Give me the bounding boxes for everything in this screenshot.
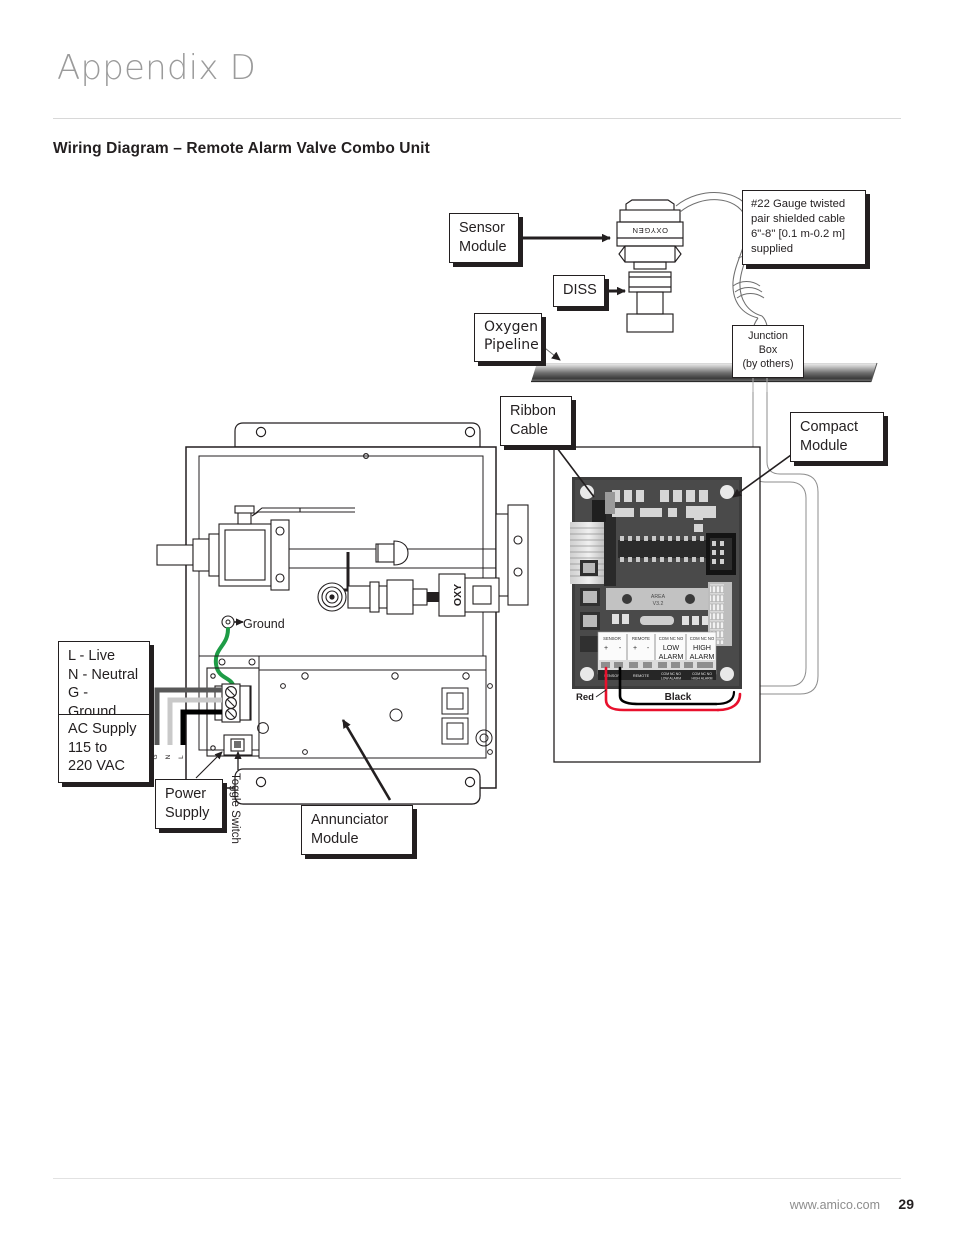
power-supply-leader [195, 751, 223, 779]
black-wire-label: Black [665, 692, 692, 703]
ribbon-header [706, 533, 736, 575]
header-divider [53, 118, 901, 119]
silk-sensor: SENSOR [604, 674, 620, 678]
compact-module-pcb: AREA V3.2 SENSOR REMOTE COM NC NO COM NC… [570, 477, 742, 689]
silk-high: COM NC NO [692, 672, 712, 676]
callout-annunciator-module: Annunciator Module [301, 805, 413, 856]
callout-ac-supply: AC Supply 115 to 220 VAC [58, 714, 150, 783]
pcb-chip-label-1: AREA [651, 594, 666, 600]
ground-wire [213, 615, 244, 692]
callout-junction-box: Junction Box (by others) [732, 325, 804, 378]
terminal-group-low-pins: COM NC NO [659, 636, 684, 641]
power-terminal-block [206, 667, 260, 757]
supply-pin-N: N [165, 754, 172, 759]
silk-high-2: HIGH ALARM [692, 677, 713, 681]
low-alarm-line1: LOW [663, 643, 680, 652]
footer-page-number: 29 [898, 1196, 914, 1212]
footer-website[interactable]: www.amico.com [790, 1198, 880, 1212]
sensor-body-text: OXYGEN [632, 226, 668, 235]
oxygen-pipeline-graphic [531, 362, 878, 383]
label-toggle-switch: Toggle Switch [229, 773, 241, 844]
wiring-diagram: OXYGEN OXY G N L AREA V3.2 SENSOR REMOTE… [0, 0, 954, 1235]
silk-low: COM NC NO [661, 672, 681, 676]
red-wire-label: Red [576, 692, 594, 703]
silk-low-2: LOW ALARM [661, 677, 681, 681]
section-heading: Wiring Diagram – Remote Alarm Valve Comb… [53, 140, 430, 157]
compact-module-leader [732, 454, 792, 498]
callout-power-supply: Power Supply [155, 779, 223, 830]
label-ground: Ground [243, 617, 285, 631]
annunciator-panel [199, 655, 493, 759]
oxy-label: OXY [452, 584, 464, 606]
high-alarm-line1: HIGH [693, 643, 711, 652]
sensor-wire-pair [604, 666, 742, 712]
page-title: Appendix D [57, 48, 257, 88]
ribbon-cable-leader [550, 439, 595, 498]
terminal-group-remote: REMOTE [632, 636, 650, 641]
sensor-minus: - [619, 645, 622, 652]
remote-minus: - [647, 645, 650, 652]
callout-oxygen-pipeline: Oxygen Pipeline [474, 313, 542, 362]
callout-cable-spec: #22 Gauge twisted pair shielded cable 6"… [742, 190, 866, 265]
low-alarm-line2: ALARM [659, 652, 684, 661]
sensor-plus: + [604, 645, 608, 652]
silk-remote: REMOTE [633, 674, 650, 678]
compact-module-enclosure [553, 446, 761, 763]
high-alarm-line2: ALARM [690, 652, 715, 661]
callout-compact-module: Compact Module [790, 412, 884, 463]
dip-switch-bank [708, 582, 732, 646]
supply-pin-G: G [152, 754, 159, 759]
terminal-group-high-pins: COM NC NO [690, 636, 715, 641]
callout-sensor-module: Sensor Module [449, 213, 519, 264]
footer-divider [53, 1178, 901, 1179]
sensor-module-graphic [616, 199, 684, 333]
terminal-group-sensor: SENSOR [603, 636, 621, 641]
callout-ribbon-cable: Ribbon Cable [500, 396, 572, 447]
supply-wires [154, 687, 222, 745]
remote-plus: + [633, 645, 637, 652]
ball-valve-assembly [156, 504, 529, 617]
callout-diss: DISS [553, 275, 605, 307]
pcb-chip-label-2: V3.2 [653, 601, 664, 607]
valve-enclosure [185, 422, 497, 805]
supply-pin-L: L [178, 755, 185, 759]
annunciator-leader [341, 719, 392, 801]
